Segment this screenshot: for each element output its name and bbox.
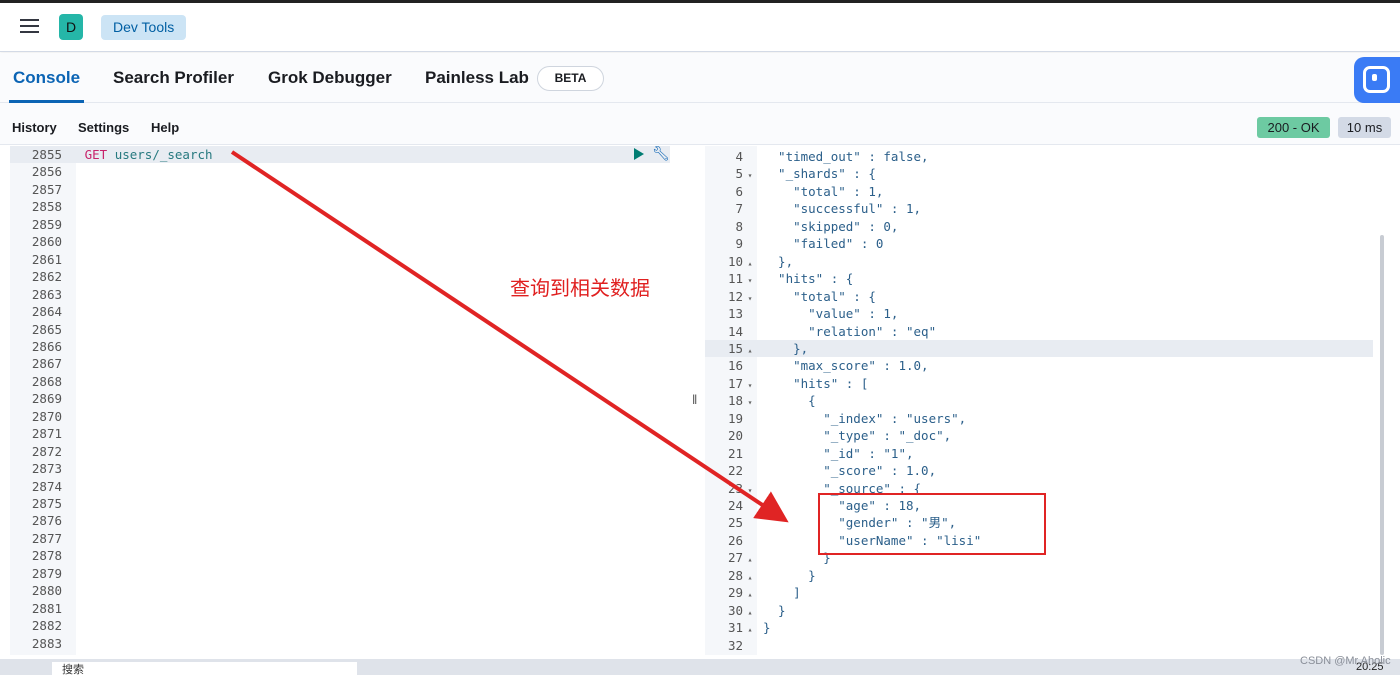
watermark: CSDN @Mr.Aholic — [1300, 655, 1391, 667]
os-taskbar: 搜索 20:25 — [0, 659, 1400, 676]
taskbar-search[interactable]: 搜索 — [52, 662, 357, 676]
annotation-arrow — [230, 150, 789, 523]
